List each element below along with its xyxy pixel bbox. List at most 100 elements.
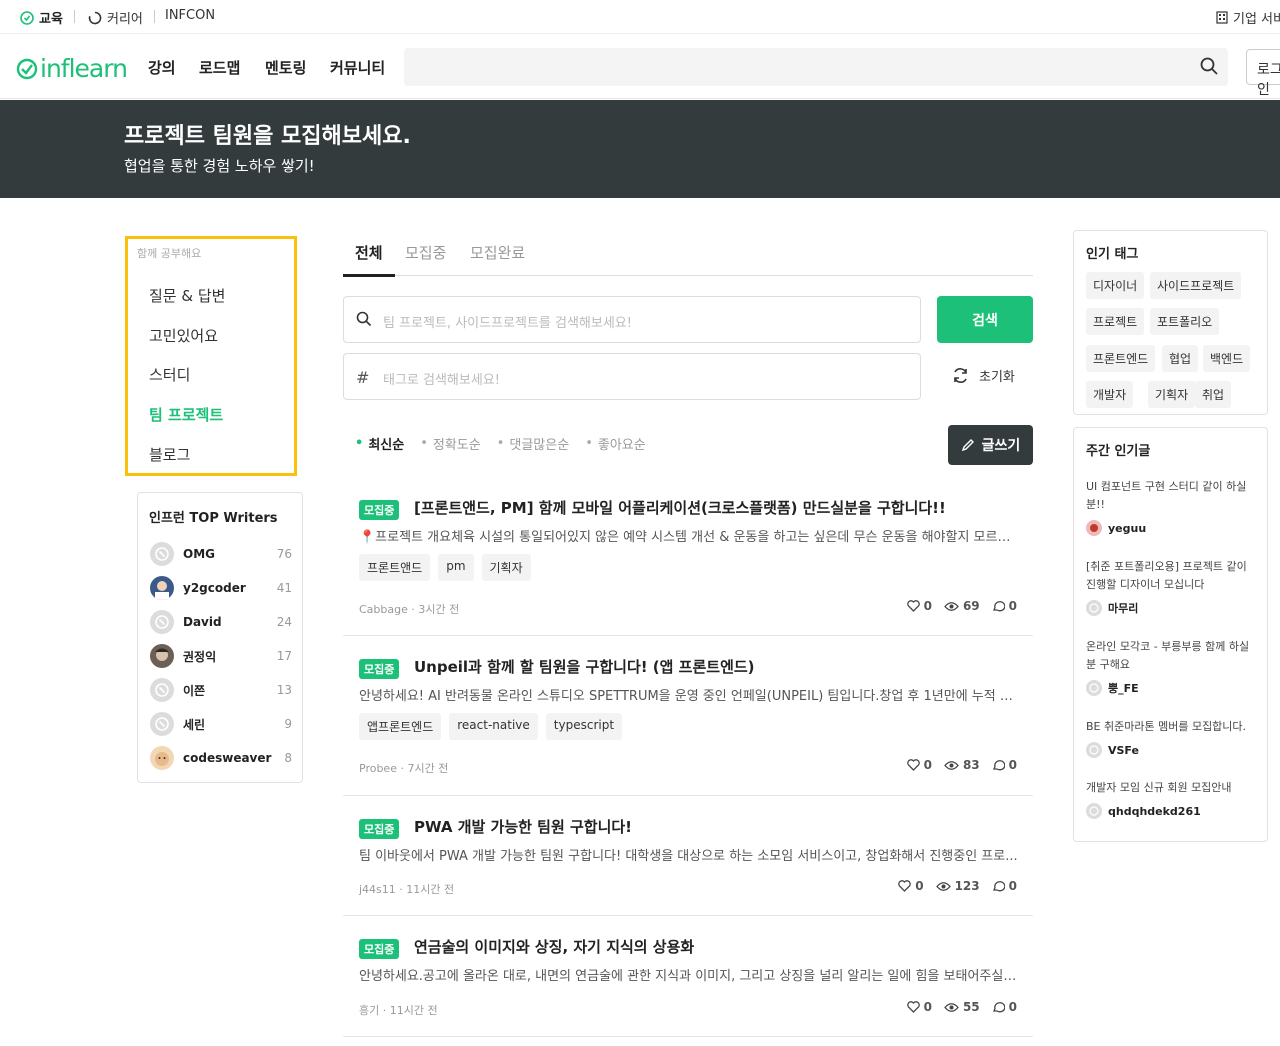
popular-tag[interactable]: 포트폴리오 bbox=[1150, 308, 1220, 335]
side-nav-concerns[interactable]: 고민있어요 bbox=[149, 325, 218, 346]
top-writers-panel: 인프런 TOP Writers OMG 76 y2gcoder 41 David… bbox=[137, 492, 303, 783]
writer-name: David bbox=[183, 615, 222, 629]
writer-row[interactable]: 이쯘 13 bbox=[150, 677, 292, 703]
login-button[interactable]: 로그인 bbox=[1246, 49, 1280, 98]
writer-row[interactable]: David 24 bbox=[150, 609, 292, 635]
popular-tag[interactable]: 프로젝트 bbox=[1086, 308, 1145, 335]
post-tag[interactable]: react-native bbox=[449, 713, 538, 740]
popular-tag[interactable]: 협업 bbox=[1162, 345, 1199, 372]
community-side-nav: 함께 공부해요 질문 & 답변 고민있어요 스터디 팀 프로젝트 블로그 bbox=[125, 236, 297, 476]
post-title[interactable]: Unpeil과 함께 할 팀원을 구합니다! (앱 프론트엔드) bbox=[414, 656, 755, 677]
nav-mentoring[interactable]: 멘토링 bbox=[265, 57, 306, 78]
weekly-post-title[interactable]: UI 컴포넌트 구현 스터디 같이 하실 분!! bbox=[1086, 478, 1258, 514]
weekly-post-title[interactable]: [취준 포트폴리오용] 프로젝트 같이 진행할 디자이너 모십니다 bbox=[1086, 558, 1258, 594]
post-tag[interactable]: 앱프론트엔드 bbox=[359, 713, 442, 740]
post-stats: 0 83 0 bbox=[906, 758, 1017, 772]
writer-row[interactable]: 권정익 17 bbox=[150, 643, 292, 669]
weekly-post-title[interactable]: 온라인 모각코 - 부릉부릉 함께 하실 분 구해요 bbox=[1086, 638, 1258, 674]
post-tag[interactable]: typescript bbox=[545, 713, 623, 740]
career-link[interactable]: 커리어 bbox=[88, 8, 143, 27]
post-tag[interactable]: 기획자 bbox=[481, 554, 531, 581]
business-link[interactable]: 기업 서비스 bbox=[1216, 8, 1280, 27]
post-title[interactable]: PWA 개발 가능한 팀원 구합니다! bbox=[414, 816, 632, 837]
post-item[interactable]: 모집중 Unpeil과 함께 할 팀원을 구합니다! (앱 프론트엔드) 안녕하… bbox=[343, 656, 1033, 796]
avatar bbox=[150, 644, 174, 668]
edu-icon bbox=[20, 10, 34, 25]
edu-link[interactable]: 교육 bbox=[20, 8, 63, 27]
refresh-icon bbox=[952, 367, 969, 384]
writer-count: 24 bbox=[276, 615, 292, 629]
eye-icon bbox=[935, 881, 951, 892]
eye-icon bbox=[944, 760, 959, 771]
view-count: 69 bbox=[962, 599, 980, 613]
post-stats: 0 55 0 bbox=[906, 1000, 1017, 1014]
nav-community[interactable]: 커뮤니티 bbox=[330, 57, 385, 78]
comment-icon bbox=[992, 759, 1005, 771]
header-search-input[interactable] bbox=[404, 48, 1228, 86]
comment-count: 0 bbox=[1008, 599, 1017, 613]
weekly-post[interactable]: UI 컴포넌트 구현 스터디 같이 하실 분!! yeguu bbox=[1086, 478, 1258, 536]
popular-tag[interactable]: 백엔드 bbox=[1203, 345, 1251, 372]
sort-likes[interactable]: 좋아요순 bbox=[585, 434, 646, 453]
nav-lectures[interactable]: 강의 bbox=[148, 57, 176, 78]
post-title[interactable]: [프론트앤드, PM] 함께 모바일 어플리케이션(크로스플랫폼) 만드실분을 … bbox=[414, 497, 946, 518]
tab-recruiting[interactable]: 모집중 bbox=[405, 242, 446, 263]
post-item[interactable]: 모집중 [프론트앤드, PM] 함께 모바일 어플리케이션(크로스플랫폼) 만드… bbox=[343, 497, 1033, 636]
comment-count: 0 bbox=[1008, 879, 1017, 893]
popular-tag[interactable]: 사이드프로젝트 bbox=[1150, 272, 1242, 299]
writer-row[interactable]: OMG 76 bbox=[150, 541, 292, 567]
post-tag[interactable]: 프론트앤드 bbox=[359, 554, 431, 581]
write-button[interactable]: 글쓰기 bbox=[948, 425, 1033, 465]
tag-search-placeholder: 태그로 검색해보세요! bbox=[383, 373, 500, 388]
popular-tag[interactable]: 프론트엔드 bbox=[1086, 345, 1156, 372]
tag-search-input[interactable]: # 태그로 검색해보세요! bbox=[343, 353, 921, 400]
top-writers-title: 인프런 TOP Writers bbox=[149, 511, 278, 526]
weekly-post[interactable]: 온라인 모각코 - 부릉부릉 함께 하실 분 구해요 뿡_FE bbox=[1086, 638, 1258, 696]
side-nav-study[interactable]: 스터디 bbox=[149, 364, 190, 385]
post-meta: 흥기 · 11시간 전 bbox=[359, 1004, 438, 1017]
search-button[interactable]: 검색 bbox=[937, 296, 1033, 343]
banner-subtitle: 협업을 통한 경험 노하우 쌓기! bbox=[124, 157, 315, 175]
post-item[interactable]: 모집중 연금술의 이미지와 상징, 자기 지식의 상용화 안녕하세요.공고에 올… bbox=[343, 936, 1033, 1037]
popular-tag[interactable]: 개발자 bbox=[1086, 381, 1134, 408]
side-nav-qna[interactable]: 질문 & 답변 bbox=[149, 285, 225, 306]
side-nav-blog[interactable]: 블로그 bbox=[149, 444, 190, 465]
writer-count: 8 bbox=[284, 751, 292, 765]
avatar bbox=[1086, 742, 1102, 758]
writer-row[interactable]: codesweaver 8 bbox=[150, 745, 292, 771]
search-icon[interactable] bbox=[1200, 57, 1218, 75]
tab-all[interactable]: 전체 bbox=[343, 242, 395, 277]
sort-comments[interactable]: 댓글많은순 bbox=[497, 434, 569, 453]
like-count: 0 bbox=[915, 879, 924, 893]
infcon-link[interactable]: INFCON bbox=[165, 8, 215, 23]
sort-latest[interactable]: 최신순 bbox=[355, 434, 404, 453]
comment-count: 0 bbox=[1008, 758, 1017, 772]
weekly-post-user: yeguu bbox=[1108, 521, 1147, 535]
post-tags: 앱프론트엔드 react-native typescript bbox=[359, 713, 623, 740]
side-nav-team-project[interactable]: 팀 프로젝트 bbox=[149, 404, 223, 425]
inflearn-logo[interactable]: inflearn bbox=[16, 54, 128, 83]
weekly-post-title[interactable]: BE 취준마라톤 멤버를 모집합니다. bbox=[1086, 718, 1258, 736]
writer-row[interactable]: y2gcoder 41 bbox=[150, 575, 292, 601]
project-search-placeholder: 팀 프로젝트, 사이드프로젝트를 검색해보세요! bbox=[383, 316, 632, 331]
writer-name: 세린 bbox=[183, 717, 206, 732]
nav-roadmap[interactable]: 로드맵 bbox=[199, 57, 240, 78]
pencil-icon bbox=[961, 438, 975, 452]
popular-tag[interactable]: 취업 bbox=[1195, 381, 1232, 408]
project-search-input[interactable]: 팀 프로젝트, 사이드프로젝트를 검색해보세요! bbox=[343, 296, 921, 343]
popular-tag[interactable]: 기획자 bbox=[1148, 381, 1196, 408]
weekly-post[interactable]: BE 취준마라톤 멤버를 모집합니다. VSFe bbox=[1086, 718, 1258, 758]
writer-row[interactable]: 세린 9 bbox=[150, 711, 292, 737]
post-item[interactable]: 모집중 PWA 개발 가능한 팀원 구합니다! 팀 이바웃에서 PWA 개발 가… bbox=[343, 816, 1033, 916]
popular-tag[interactable]: 디자이너 bbox=[1086, 272, 1145, 299]
tab-completed[interactable]: 모집완료 bbox=[470, 242, 525, 263]
reset-button[interactable]: 초기화 bbox=[952, 366, 1015, 385]
sort-accuracy[interactable]: 정확도순 bbox=[420, 434, 481, 453]
writer-count: 76 bbox=[276, 547, 292, 561]
weekly-post[interactable]: [취준 포트폴리오용] 프로젝트 같이 진행할 디자이너 모십니다 마무리 bbox=[1086, 558, 1258, 616]
weekly-post-title[interactable]: 개발자 모임 신규 회원 모집안내 bbox=[1086, 779, 1258, 797]
post-title[interactable]: 연금술의 이미지와 상징, 자기 지식의 상용화 bbox=[414, 936, 694, 957]
writer-name: 이쯘 bbox=[183, 683, 206, 698]
post-tag[interactable]: pm bbox=[438, 554, 474, 581]
weekly-post[interactable]: 개발자 모임 신규 회원 모집안내 qhdqhdekd261 bbox=[1086, 779, 1258, 819]
